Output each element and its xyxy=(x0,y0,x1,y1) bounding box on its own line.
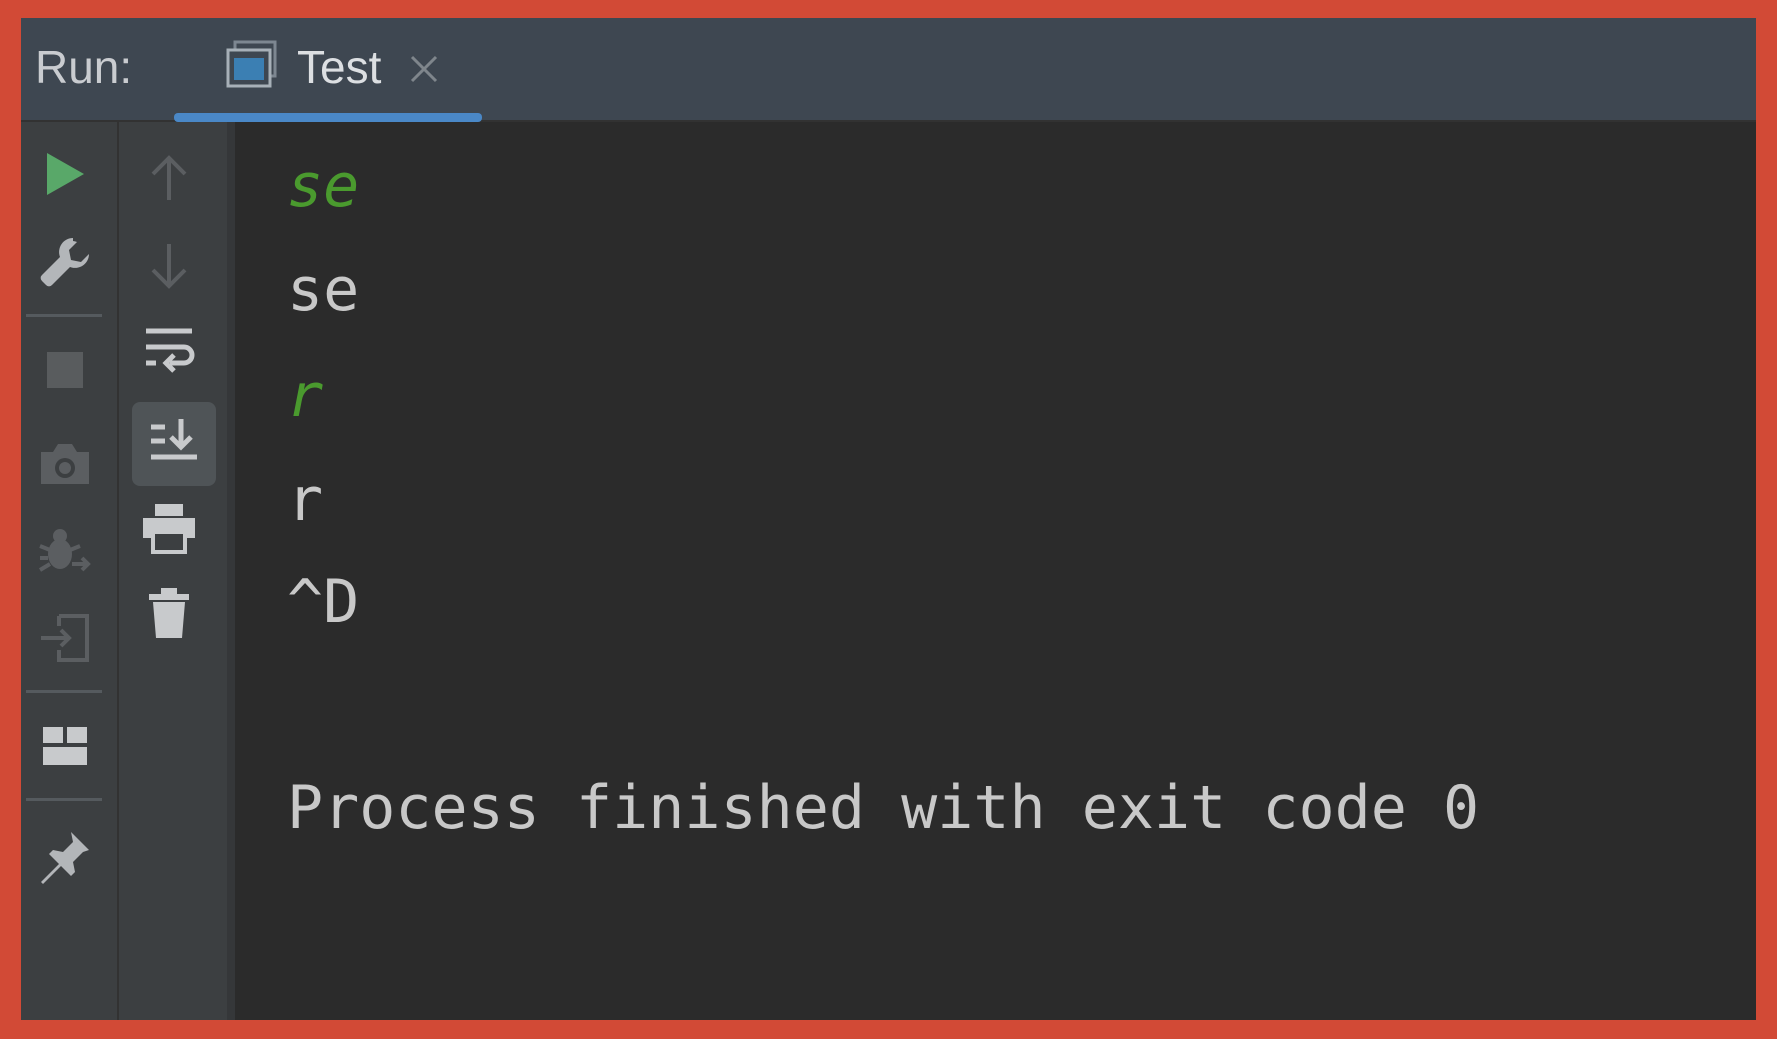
exit-and-debug-button[interactable] xyxy=(33,522,97,582)
wrench-icon xyxy=(40,238,89,287)
soft-wrap-icon xyxy=(146,328,195,373)
printer-icon xyxy=(143,504,195,554)
down-stack-trace-button[interactable] xyxy=(141,238,197,294)
close-icon[interactable] xyxy=(407,52,441,86)
toolbar-separator xyxy=(26,798,102,801)
camera-icon xyxy=(41,444,89,484)
edit-configuration-button[interactable] xyxy=(35,232,95,292)
stop-button[interactable] xyxy=(35,340,95,400)
clear-all-button[interactable] xyxy=(139,582,199,644)
up-stack-trace-button[interactable] xyxy=(141,150,197,206)
run-tool-window: Run: Test se se r r ^D Process finished … xyxy=(21,18,1756,1020)
screenshot-frame: Run: Test se se r r ^D Process finished … xyxy=(0,0,1777,1039)
bug-icon xyxy=(38,529,91,572)
console-toolbar xyxy=(119,122,235,1020)
tab-label: Test xyxy=(297,41,382,93)
print-button[interactable] xyxy=(139,498,199,558)
arrow-up-icon xyxy=(151,155,187,200)
console-line-stdout: r xyxy=(287,465,324,535)
console-output[interactable]: se se r r ^D Process finished with exit … xyxy=(235,122,1756,1020)
toolbar-separator xyxy=(26,690,102,693)
layout-button[interactable] xyxy=(35,716,95,776)
console-window-icon xyxy=(226,40,277,88)
import-icon xyxy=(41,614,89,662)
console-line-stdout: se xyxy=(287,255,360,325)
tab-test[interactable]: Test xyxy=(157,18,484,122)
play-icon xyxy=(47,153,84,195)
layout-icon xyxy=(43,727,87,765)
console-line-stdin: se xyxy=(287,151,360,221)
pin-tab-button[interactable] xyxy=(33,824,97,888)
soft-wrap-button[interactable] xyxy=(139,322,199,382)
run-label: Run: xyxy=(35,41,133,93)
arrow-down-icon xyxy=(151,244,187,289)
dump-threads-button[interactable] xyxy=(33,434,97,494)
rerun-button[interactable] xyxy=(35,144,95,204)
console-line-stdout: ^D xyxy=(287,567,360,637)
run-left-toolbar xyxy=(21,122,119,1020)
process-finished-message: Process finished with exit code 0 xyxy=(287,773,1480,843)
stop-icon xyxy=(47,352,83,388)
trash-icon xyxy=(149,588,189,638)
pin-icon xyxy=(41,832,89,884)
restore-layout-button[interactable] xyxy=(33,608,97,668)
scroll-to-end-icon xyxy=(151,419,197,460)
console-line-stdin: r xyxy=(287,361,324,431)
scroll-to-end-button[interactable] xyxy=(132,402,216,486)
run-tool-window-header: Run: Test xyxy=(21,18,1756,122)
toolbar-separator xyxy=(26,314,102,317)
selected-tab-indicator xyxy=(174,113,482,122)
